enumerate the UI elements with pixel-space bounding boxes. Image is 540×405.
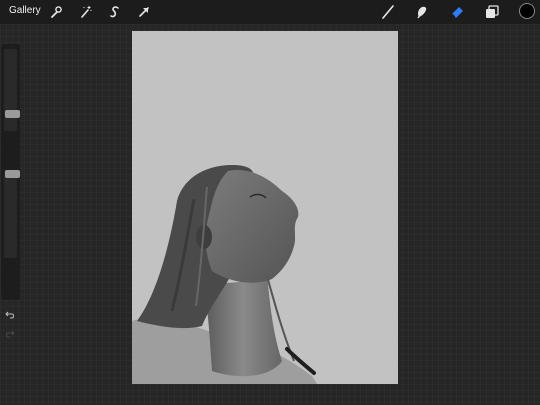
brush-size-thumb[interactable]: [5, 109, 20, 118]
layers-icon[interactable]: [483, 3, 501, 21]
smudge-icon[interactable]: [413, 3, 431, 21]
magic-wand-icon[interactable]: [77, 3, 95, 21]
transform-arrow-icon[interactable]: [135, 3, 153, 21]
gallery-button[interactable]: Gallery: [9, 5, 41, 16]
wrench-icon[interactable]: [47, 3, 65, 21]
color-swatch[interactable]: [519, 3, 535, 19]
selection-s-icon[interactable]: [106, 3, 124, 21]
brush-opacity-slider[interactable]: [4, 170, 20, 258]
left-sidebar: [1, 44, 20, 338]
eraser-icon[interactable]: [448, 3, 466, 21]
brush-size-slider[interactable]: [4, 49, 20, 131]
brush-icon[interactable]: [379, 3, 397, 21]
drawing-canvas[interactable]: [132, 31, 398, 384]
undo-arrow-icon[interactable]: [5, 310, 15, 321]
redo-arrow-icon[interactable]: [5, 329, 15, 340]
brush-opacity-thumb[interactable]: [5, 170, 20, 178]
top-toolbar: Gallery: [0, 0, 540, 24]
canvas-artwork: [132, 165, 317, 384]
